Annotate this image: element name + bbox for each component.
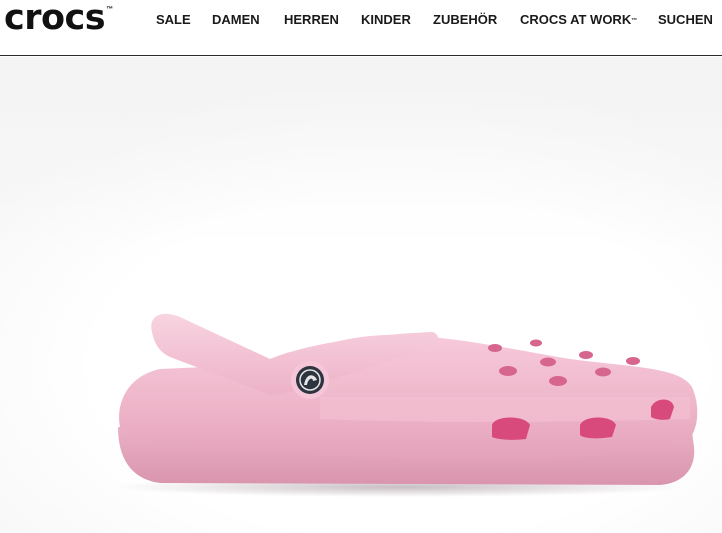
nav-item-zubehoer[interactable]: ZUBEHÖR (433, 12, 497, 28)
nav-item-herren[interactable]: HERREN (284, 12, 339, 28)
site-header: crocs ™ SALE DAMEN HERREN KINDER ZUBEHÖR… (0, 0, 722, 56)
nav-item-label: KINDER (361, 12, 411, 27)
nav-item-label: ZUBEHÖR (433, 12, 498, 27)
nav-item-label: HERREN (284, 12, 339, 27)
hero-banner (0, 57, 722, 533)
main-navigation: SALE DAMEN HERREN KINDER ZUBEHÖR CROCS A… (0, 12, 722, 28)
nav-item-label: SUCHEN (658, 12, 713, 27)
nav-item-sale[interactable]: SALE (156, 12, 191, 28)
nav-item-label: SALE (156, 12, 191, 27)
nav-item-trademark: ™ (631, 18, 638, 24)
nav-item-label: CROCS AT WORK (520, 12, 632, 27)
nav-item-label: DAMEN (212, 12, 260, 27)
nav-item-crocs-at-work[interactable]: CROCS AT WORK™ (520, 12, 637, 28)
pink-clog-image[interactable] (100, 247, 710, 507)
nav-item-suchen[interactable]: SUCHEN (658, 12, 713, 28)
nav-item-kinder[interactable]: KINDER (361, 12, 411, 28)
nav-item-damen[interactable]: DAMEN (212, 12, 260, 28)
